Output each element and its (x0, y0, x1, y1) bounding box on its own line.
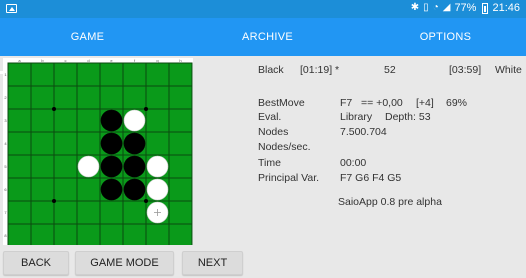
column-label: c (65, 58, 67, 63)
star-point (144, 199, 148, 203)
column-label: g (156, 58, 158, 63)
nodes-sec-label: Nodes/sec. (258, 141, 311, 153)
white-disc (146, 178, 169, 201)
time-value: 00:00 (340, 157, 367, 169)
column-label: d (87, 58, 89, 63)
tab-options[interactable]: OPTIONS (358, 18, 526, 56)
star-point (52, 107, 56, 111)
score-row: Black [01:19] * 52 [03:59] White (258, 64, 526, 78)
pv-value: F7 G6 F4 G5 (340, 172, 402, 184)
nodes-value: 7.500.704 (340, 126, 387, 138)
pv-row: Principal Var. F7 G6 F4 G5 (258, 172, 526, 186)
white-disc (146, 155, 169, 178)
back-button[interactable]: BACK (3, 251, 69, 275)
black-disc (123, 155, 146, 178)
status-icons: ✱ ▯ ◔ ◢ 77% 21:46 (411, 2, 520, 14)
best-move-percent: 69% (446, 97, 468, 109)
white-time: [03:59] (449, 64, 482, 76)
time-label: Time (258, 157, 281, 169)
disc-count: 52 (384, 64, 396, 76)
eval-source: Library (340, 111, 373, 123)
star-point (52, 199, 56, 203)
black-disc (100, 178, 123, 201)
black-disc (100, 109, 123, 132)
eval-depth: Depth: 53 (385, 111, 431, 123)
clock: 21:46 (492, 2, 520, 14)
column-label: h (179, 58, 181, 63)
white-disc (77, 155, 100, 178)
eval-row: Eval. Library Depth: 53 (258, 111, 526, 125)
nodes-row: Nodes 7.500.704 (258, 126, 526, 140)
wifi-icon: ◔ (432, 2, 439, 13)
app-version: SaioApp 0.8 pre alpha (338, 196, 442, 208)
battery-icon (482, 2, 489, 14)
black-disc (100, 155, 123, 178)
othello-board[interactable]: abcdefgh12345678 (3, 58, 193, 245)
best-move-value: F7 (340, 97, 353, 109)
battery-percent: 77% (454, 2, 477, 14)
star-point (144, 107, 148, 111)
black-label: Black (258, 64, 284, 76)
white-disc (123, 109, 146, 132)
next-button[interactable]: NEXT (182, 251, 243, 275)
black-disc (100, 132, 123, 155)
gallery-icon (6, 4, 17, 13)
best-move-label: BestMove (258, 97, 305, 109)
tab-bar: GAME ARCHIVE OPTIONS (0, 18, 526, 74)
bluetooth-icon: ✱ (410, 2, 420, 13)
vibrate-icon: ▯ (423, 2, 429, 13)
best-move-eval: == +0,00 (361, 97, 403, 109)
tab-archive[interactable]: ARCHIVE (180, 18, 355, 56)
black-disc (123, 178, 146, 201)
white-label: White (495, 64, 522, 76)
game-mode-button[interactable]: GAME MODE (75, 251, 174, 275)
best-move-depth: [+4] (416, 97, 434, 109)
eval-label: Eval. (258, 111, 282, 123)
status-bar: ✱ ▯ ◔ ◢ 77% 21:46 (0, 0, 526, 18)
black-disc (123, 132, 146, 155)
nodes-label: Nodes (258, 126, 289, 138)
best-move-row: BestMove F7 == +0,00 [+4] 69% (258, 97, 526, 111)
time-row: Time 00:00 (258, 157, 526, 171)
black-time: [01:19] * (300, 64, 340, 76)
tab-game[interactable]: GAME (0, 18, 175, 56)
pv-label: Principal Var. (258, 172, 320, 184)
signal-icon: ◢ (442, 2, 451, 13)
nodes-sec-row: Nodes/sec. (258, 141, 526, 155)
